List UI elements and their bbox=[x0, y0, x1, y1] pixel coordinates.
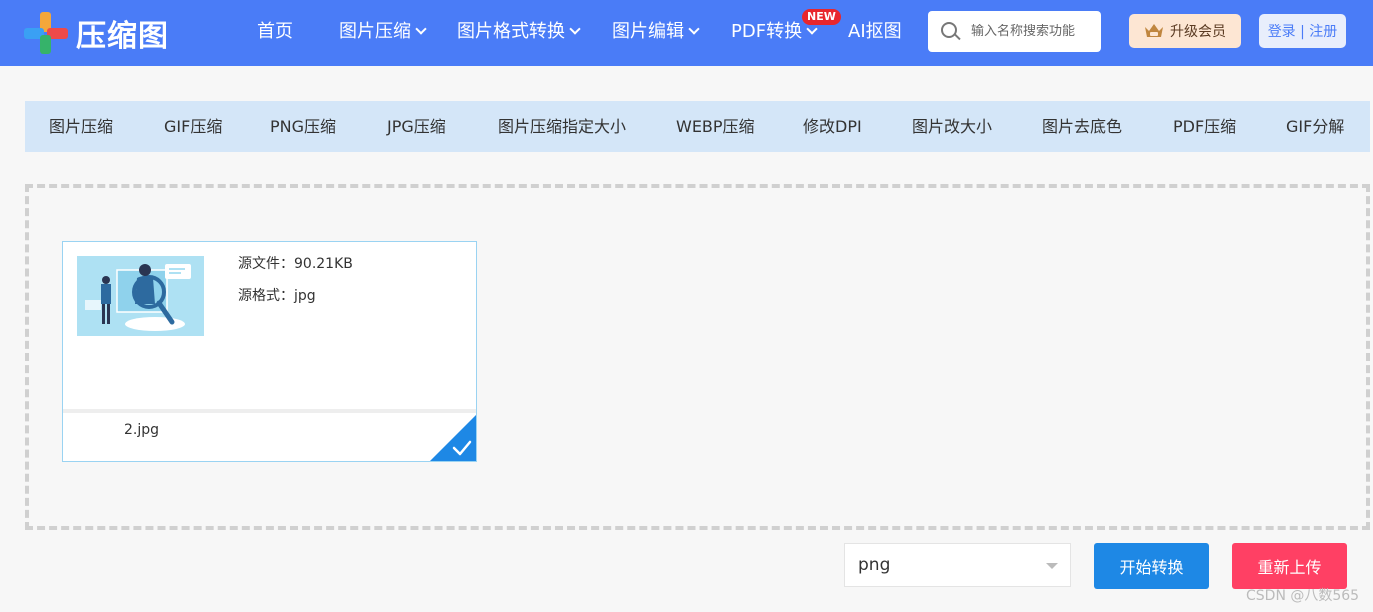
tool-tab-bar: 图片压缩 GIF压缩 PNG压缩 JPG压缩 图片压缩指定大小 WEBP压缩 修… bbox=[25, 101, 1370, 152]
output-format-value: png bbox=[858, 555, 891, 575]
upgrade-vip-button[interactable]: 升级会员 bbox=[1129, 14, 1241, 48]
logo-cross-icon bbox=[24, 12, 68, 54]
nav-pdf-convert[interactable]: PDF转换 bbox=[731, 19, 818, 45]
nav-label: PDF转换 bbox=[731, 21, 803, 42]
tab-compress-to-size[interactable]: 图片压缩指定大小 bbox=[498, 101, 626, 152]
nav-label: 图片压缩 bbox=[339, 21, 411, 42]
nav-image-compress[interactable]: 图片压缩 bbox=[339, 19, 427, 45]
tab-png-compress[interactable]: PNG压缩 bbox=[270, 101, 336, 152]
tab-resize-image[interactable]: 图片改大小 bbox=[912, 101, 992, 152]
selected-check-icon[interactable] bbox=[430, 415, 476, 461]
search-input[interactable] bbox=[971, 24, 1089, 39]
tab-gif-split[interactable]: GIF分解 bbox=[1286, 101, 1344, 152]
csdn-watermark: CSDN @八数565 bbox=[1246, 588, 1360, 604]
login-register-button[interactable]: 登录 | 注册 bbox=[1259, 14, 1346, 48]
source-size: 源文件：90.21KB bbox=[238, 256, 353, 272]
search-icon[interactable] bbox=[941, 21, 961, 42]
site-logo[interactable]: 压缩图 bbox=[24, 11, 169, 55]
card-divider bbox=[63, 409, 476, 413]
nav-label: 首页 bbox=[257, 21, 293, 42]
reupload-label: 重新上传 bbox=[1257, 558, 1322, 577]
output-format-select[interactable]: png bbox=[844, 543, 1071, 587]
start-label: 开始转换 bbox=[1119, 558, 1184, 577]
tab-webp-compress[interactable]: WEBP压缩 bbox=[676, 101, 755, 152]
file-name: 2.jpg bbox=[124, 422, 160, 438]
new-badge: NEW bbox=[802, 9, 841, 25]
chevron-down-icon bbox=[415, 23, 427, 35]
nav-format-convert[interactable]: 图片格式转换 bbox=[457, 19, 581, 45]
chevron-down-icon bbox=[569, 23, 581, 35]
file-card[interactable]: 源文件：90.21KB 源格式：jpg 2.jpg bbox=[62, 241, 477, 462]
nav-label: AI抠图 bbox=[848, 21, 902, 42]
reupload-button[interactable]: 重新上传 bbox=[1232, 543, 1347, 589]
top-header: 压缩图 首页 图片压缩 图片格式转换 图片编辑 PDF转换 NEW AI抠图 升… bbox=[0, 0, 1373, 66]
tab-jpg-compress[interactable]: JPG压缩 bbox=[387, 101, 446, 152]
start-convert-button[interactable]: 开始转换 bbox=[1094, 543, 1209, 589]
tab-gif-compress[interactable]: GIF压缩 bbox=[164, 101, 222, 152]
vip-label: 升级会员 bbox=[1170, 24, 1226, 40]
file-thumbnail bbox=[77, 256, 204, 336]
caret-down-icon bbox=[1046, 563, 1058, 569]
tab-modify-dpi[interactable]: 修改DPI bbox=[803, 101, 862, 152]
login-label: 登录 | 注册 bbox=[1267, 24, 1338, 40]
nav-image-edit[interactable]: 图片编辑 bbox=[612, 19, 700, 45]
nav-ai-cutout[interactable]: AI抠图 bbox=[848, 19, 902, 45]
crown-icon bbox=[1145, 24, 1163, 37]
search-box[interactable] bbox=[928, 11, 1101, 52]
nav-label: 图片编辑 bbox=[612, 21, 684, 42]
nav-label: 图片格式转换 bbox=[457, 21, 565, 42]
tab-image-compress[interactable]: 图片压缩 bbox=[49, 101, 113, 152]
nav-home[interactable]: 首页 bbox=[257, 19, 293, 45]
source-format: 源格式：jpg bbox=[238, 288, 316, 304]
logo-text: 压缩图 bbox=[76, 19, 169, 54]
chevron-down-icon bbox=[688, 23, 700, 35]
tab-pdf-compress[interactable]: PDF压缩 bbox=[1173, 101, 1236, 152]
chevron-down-icon bbox=[806, 23, 818, 35]
tab-remove-background[interactable]: 图片去底色 bbox=[1042, 101, 1122, 152]
